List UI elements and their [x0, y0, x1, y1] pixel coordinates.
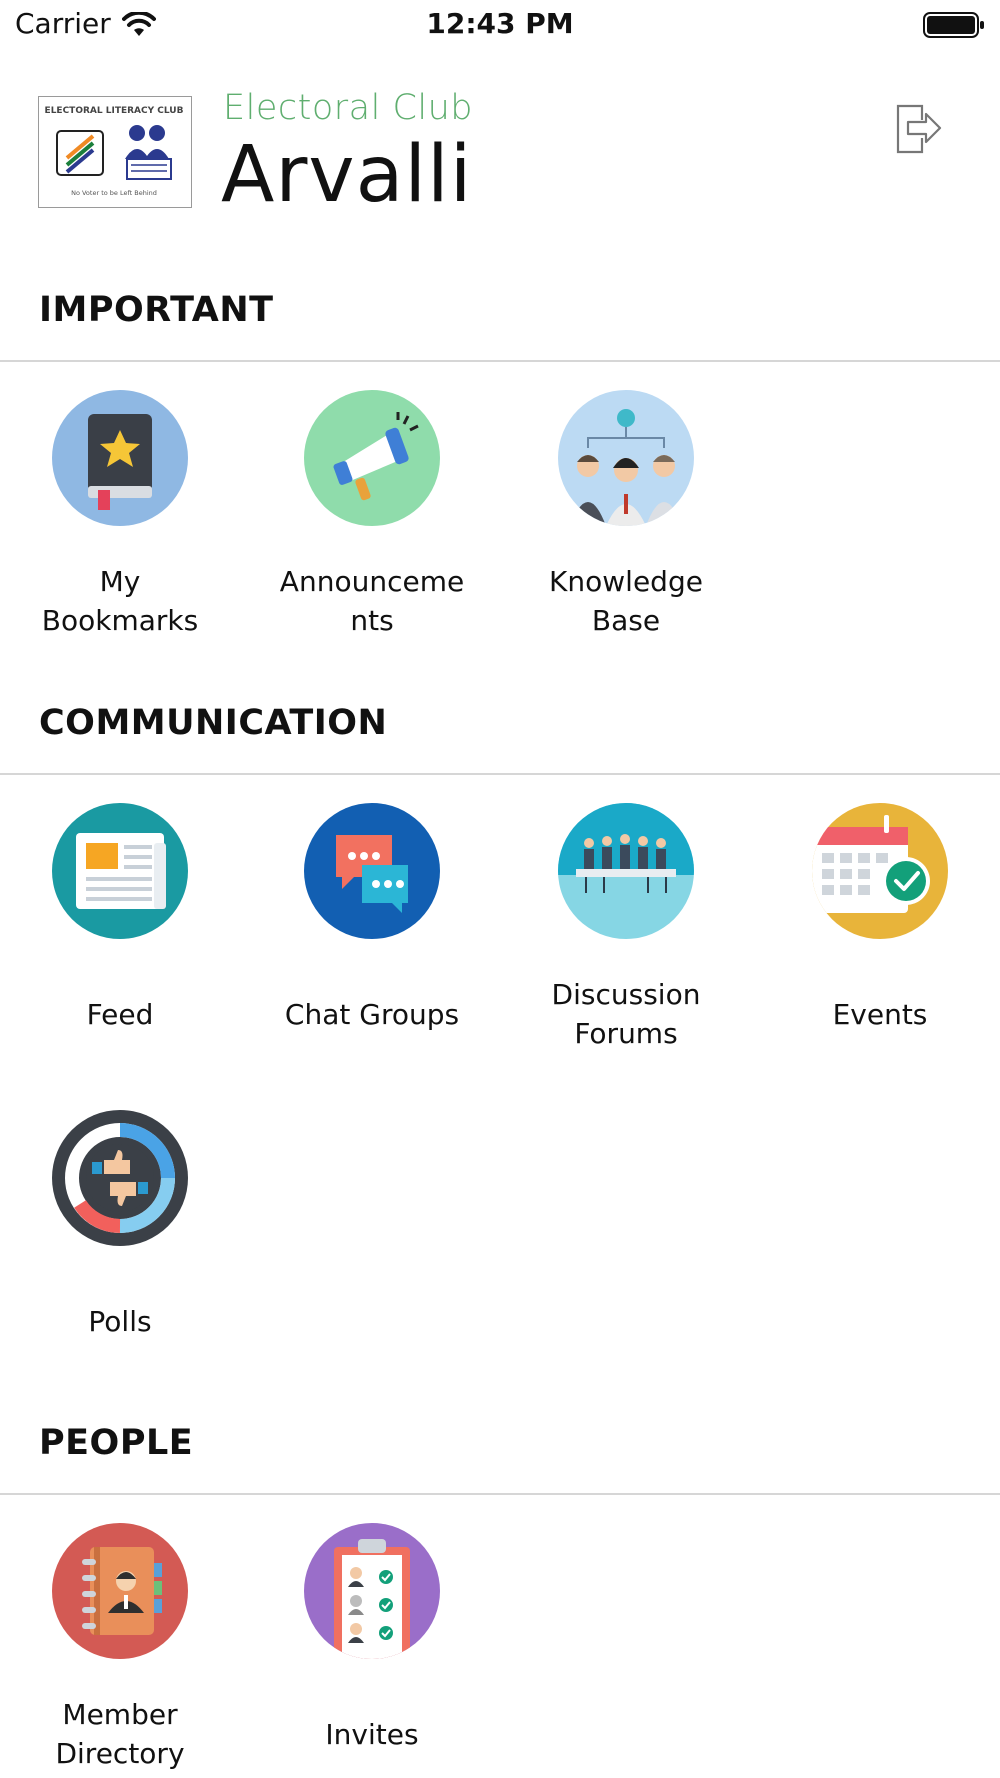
tile-label: Chat Groups — [284, 998, 460, 1031]
megaphone-icon — [304, 390, 440, 526]
thumbs-poll-icon — [52, 1110, 188, 1246]
electoral-club-logo: ELECTORAL LITERACY CLUB No Voter to be L… — [38, 96, 192, 208]
logo-tagline: No Voter to be Left Behind — [71, 189, 157, 197]
section-divider — [0, 1493, 1000, 1495]
address-book-icon — [52, 1523, 188, 1659]
tile-invites[interactable]: Invites — [252, 1523, 492, 1751]
status-bar: Carrier 12:43 PM — [0, 0, 1000, 50]
section-divider — [0, 360, 1000, 362]
tile-label: Member Directory — [55, 1698, 185, 1770]
section-title-important: IMPORTANT — [39, 290, 274, 330]
tile-member-directory[interactable]: Member Directory — [0, 1523, 240, 1770]
section-divider — [0, 773, 1000, 775]
logout-icon[interactable] — [890, 100, 946, 156]
invite-clipboard-icon — [304, 1523, 440, 1659]
page-title: Arvalli — [221, 130, 473, 220]
calendar-check-icon — [812, 803, 948, 939]
section-title-communication: COMMUNICATION — [39, 703, 388, 743]
tile-label: Feed — [86, 998, 154, 1031]
bookmark-book-icon — [52, 390, 188, 526]
tile-label: Events — [832, 998, 928, 1031]
tile-label: Invites — [325, 1718, 419, 1751]
tile-label: Discussion Forums — [551, 978, 701, 1050]
tile-feed[interactable]: Feed — [0, 803, 240, 1031]
tile-label: Knowledge Base — [549, 565, 703, 637]
tile-announcements[interactable]: Announceme nts — [252, 390, 492, 637]
newspaper-icon — [52, 803, 188, 939]
tile-chat-groups[interactable]: Chat Groups — [252, 803, 492, 1031]
tile-label: Announceme nts — [279, 565, 465, 637]
chat-bubbles-icon — [304, 803, 440, 939]
status-time: 12:43 PM — [426, 7, 574, 40]
tile-events[interactable]: Events — [760, 803, 1000, 1031]
team-idea-icon — [558, 390, 694, 526]
tile-discussion-forums[interactable]: Discussion Forums — [506, 803, 746, 1050]
logo-title: ELECTORAL LITERACY CLUB — [45, 106, 184, 116]
tile-label: Polls — [88, 1305, 152, 1338]
meeting-table-icon — [558, 803, 694, 939]
tile-knowledge-base[interactable]: Knowledge Base — [506, 390, 746, 637]
tile-my-bookmarks[interactable]: My Bookmarks — [0, 390, 240, 637]
tile-polls[interactable]: Polls — [0, 1110, 240, 1338]
section-title-people: PEOPLE — [39, 1423, 194, 1463]
battery-icon — [923, 12, 984, 38]
tile-label: My Bookmarks — [41, 565, 199, 637]
page-subtitle: Electoral Club — [223, 88, 474, 128]
